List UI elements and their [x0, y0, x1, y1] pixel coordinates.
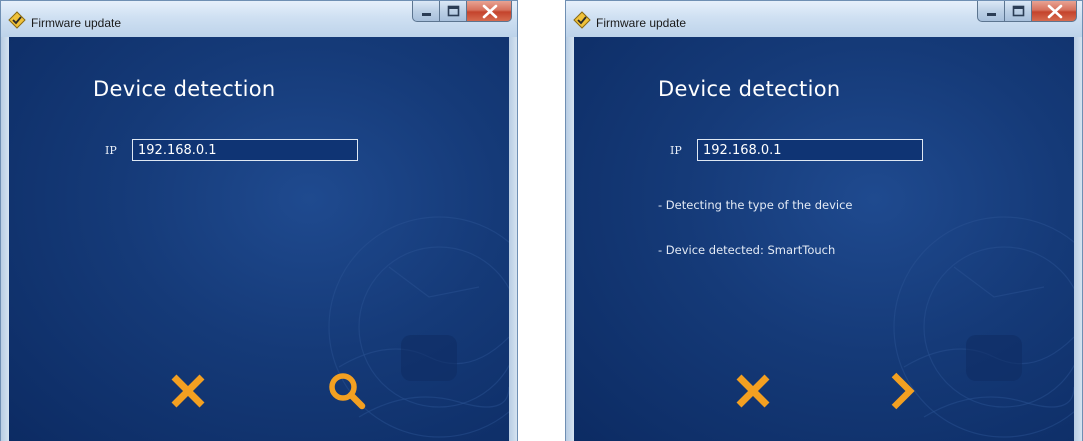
title-bar[interactable]: Firmware update — [1, 1, 517, 37]
window-title: Firmware update — [596, 16, 687, 30]
close-window-button[interactable] — [1031, 1, 1077, 22]
window-frame-right — [509, 37, 517, 441]
close-icon — [1047, 4, 1063, 19]
content-panel: Device detection IP - Detecting the type… — [574, 37, 1074, 441]
close-icon — [482, 4, 498, 19]
close-x-icon — [171, 374, 205, 408]
search-icon — [329, 373, 366, 410]
window-frame-right — [1074, 37, 1082, 441]
content-panel: Device detection IP — [9, 37, 509, 441]
close-window-button[interactable] — [466, 1, 512, 22]
minimize-button[interactable] — [412, 1, 439, 22]
minimize-button[interactable] — [977, 1, 1004, 22]
page-title: Device detection — [658, 77, 841, 101]
maximize-button[interactable] — [1004, 1, 1031, 22]
chevron-right-icon — [891, 372, 915, 410]
maximize-icon — [1012, 5, 1025, 17]
page-title: Device detection — [93, 77, 276, 101]
ip-label: IP — [670, 144, 682, 157]
title-bar[interactable]: Firmware update — [566, 1, 1082, 37]
maximize-icon — [447, 5, 460, 17]
firmware-update-window-detected: Firmware update Device detection IP 192.… — [565, 0, 1083, 441]
minimize-icon — [422, 13, 431, 16]
maximize-button[interactable] — [439, 1, 466, 22]
ip-address-input[interactable] — [132, 139, 358, 161]
caption-buttons — [977, 1, 1077, 23]
window-frame-left — [1, 37, 9, 441]
next-button[interactable] — [880, 369, 924, 413]
caption-buttons — [412, 1, 512, 23]
search-button[interactable] — [325, 369, 369, 413]
close-x-icon — [736, 374, 770, 408]
window-title: Firmware update — [31, 16, 122, 30]
status-detecting: - Detecting the type of the device — [658, 198, 853, 212]
cancel-button[interactable] — [731, 369, 775, 413]
cancel-button[interactable] — [166, 369, 210, 413]
window-frame-left — [566, 37, 574, 441]
status-detected: - Device detected: SmartTouch — [658, 243, 836, 257]
ip-address-input[interactable] — [697, 139, 923, 161]
minimize-icon — [987, 13, 996, 16]
diamond-check-icon — [8, 11, 26, 29]
diamond-check-icon — [573, 11, 591, 29]
firmware-update-window-initial: Firmware update Device detection IP 192.… — [0, 0, 518, 441]
ip-label: IP — [105, 144, 117, 157]
